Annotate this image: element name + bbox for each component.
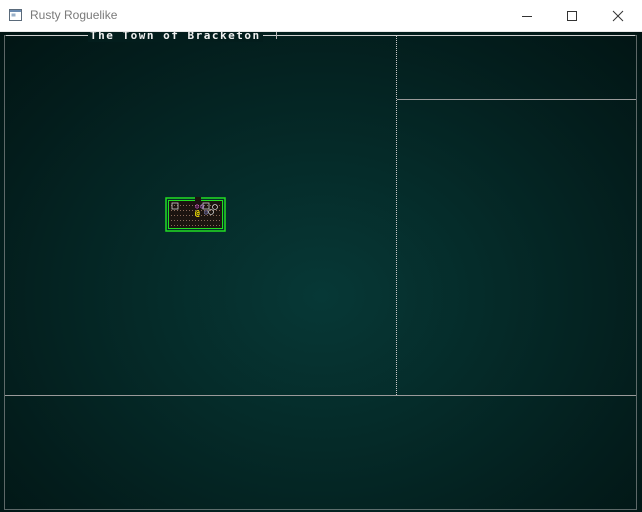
app-window-icon [9,9,22,21]
close-icon [612,10,623,21]
map-name: The Town of Bracketon [88,32,263,42]
building-map-tiles: ☺ ☺ ☺ @ [165,197,226,232]
maximize-icon [566,10,577,21]
game-canvas[interactable]: The Town of Bracketon ☺ ☺ ☺ @ [0,32,642,512]
minimize-icon [521,15,532,17]
message-log-panel [6,396,635,508]
title-bar[interactable]: Rusty Roguelike [0,0,642,32]
close-button[interactable] [595,0,640,31]
player-character: @ [195,209,200,218]
stats-panel [398,36,635,99]
maximize-button[interactable] [549,0,594,31]
inventory-panel [398,100,635,392]
window-title: Rusty Roguelike [30,8,118,22]
application-window: Rusty Roguelike The Town of Bracketon ☺ … [0,0,642,512]
minimize-button[interactable] [504,0,549,31]
